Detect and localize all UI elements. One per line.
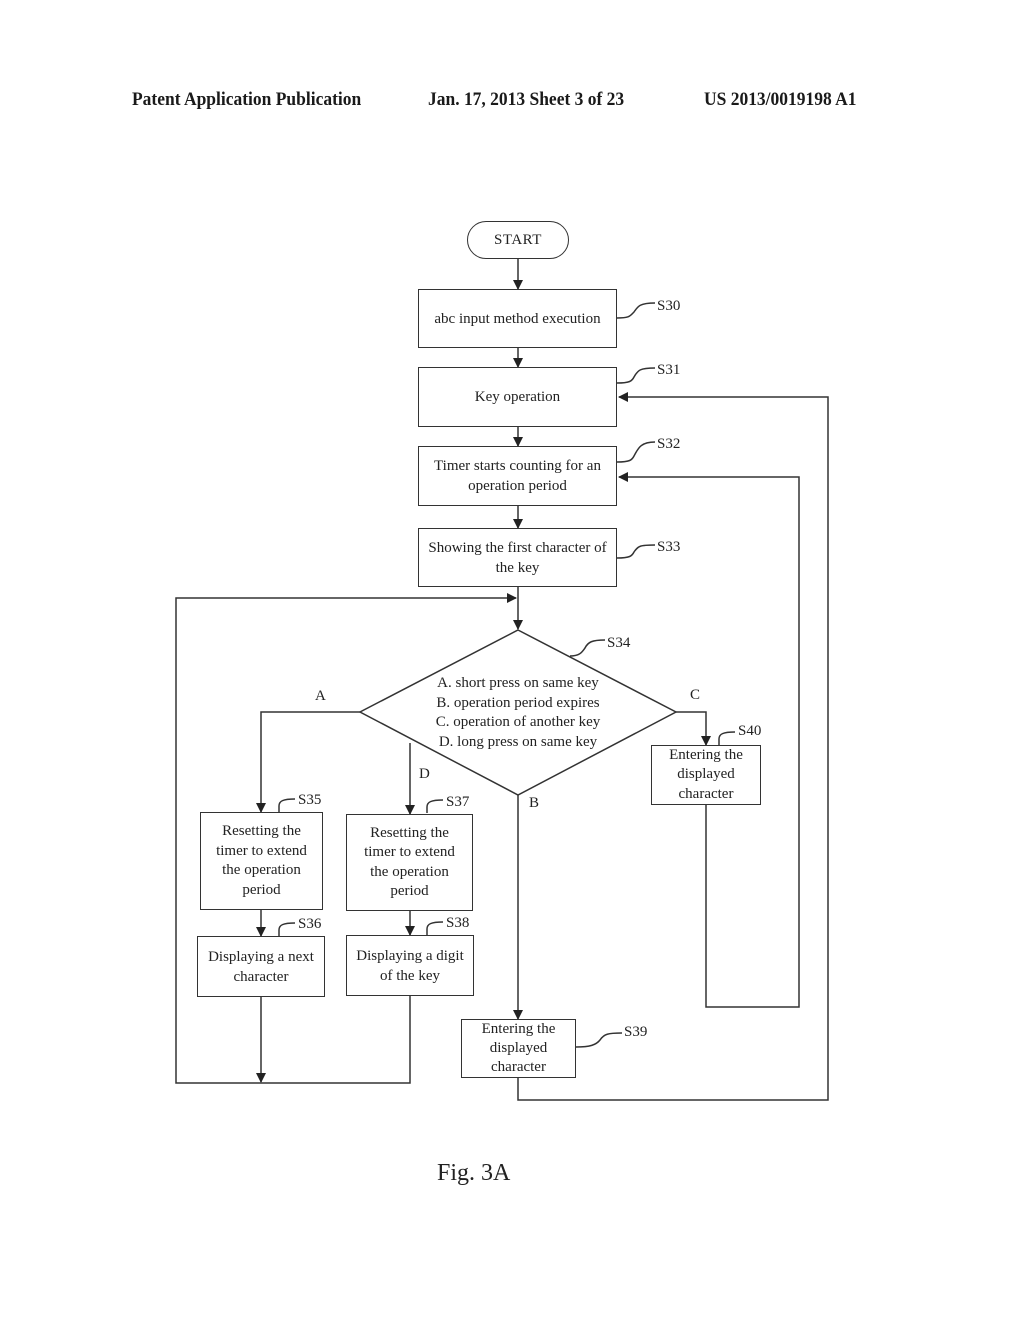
step-label-s32: S32 xyxy=(657,436,681,452)
leader-s34 xyxy=(569,639,606,657)
decision-conditions-s34: A. short press on same key B. operation … xyxy=(418,674,618,752)
leader-s30 xyxy=(616,302,656,319)
branch-label-b: B xyxy=(529,795,540,811)
leader-s36 xyxy=(278,922,296,936)
start-terminal: START xyxy=(467,221,569,259)
step-box-s33: Showing the first character of the key xyxy=(418,528,617,587)
figure-label: Fig. 3A xyxy=(437,1160,511,1186)
step-label-s35: S35 xyxy=(298,792,322,808)
condition-d: D. long press on same key xyxy=(438,733,598,750)
leader-s39 xyxy=(575,1032,623,1048)
leader-s31 xyxy=(616,367,656,384)
branch-label-d: D xyxy=(419,766,430,782)
step-box-s32: Timer starts counting for an operation p… xyxy=(418,446,617,506)
leader-s38 xyxy=(426,921,444,935)
line-s40-to-s32 xyxy=(618,472,800,1008)
step-box-s36: Displaying a next character xyxy=(197,936,325,997)
step-label-s31: S31 xyxy=(657,362,681,378)
step-label-s38: S38 xyxy=(446,915,470,931)
step-box-s30: abc input method execution xyxy=(418,289,617,348)
step-box-s35: Resetting the timer to extend the operat… xyxy=(200,812,323,910)
step-label-s37: S37 xyxy=(446,794,470,810)
step-box-s38: Displaying a digit of the key xyxy=(346,935,474,996)
branch-label-a: A xyxy=(315,688,326,704)
step-box-s39: Entering the displayed character xyxy=(461,1019,576,1078)
leader-s35 xyxy=(278,798,296,812)
step-label-s39: S39 xyxy=(624,1024,648,1040)
step-label-s40: S40 xyxy=(738,723,762,739)
step-label-s30: S30 xyxy=(657,298,681,314)
flowchart-connectors xyxy=(175,259,829,1101)
leader-s37 xyxy=(426,799,444,813)
leader-s33 xyxy=(616,544,656,559)
condition-a: A. short press on same key xyxy=(437,675,599,691)
step-box-s37: Resetting the timer to extend the operat… xyxy=(346,814,473,911)
condition-b: B. operation period expires xyxy=(436,694,600,711)
condition-c: C. operation of another key xyxy=(435,714,601,730)
step-label-s36: S36 xyxy=(298,916,322,932)
leader-s32 xyxy=(616,441,656,463)
branch-label-c: C xyxy=(690,687,701,703)
step-label-s33: S33 xyxy=(657,539,681,555)
arrow-branch-c xyxy=(676,711,711,746)
step-label-s34: S34 xyxy=(607,635,631,651)
step-box-s40: Entering the displayed character xyxy=(651,745,761,805)
leader-s40 xyxy=(718,731,736,745)
step-box-s31: Key operation xyxy=(418,367,617,427)
